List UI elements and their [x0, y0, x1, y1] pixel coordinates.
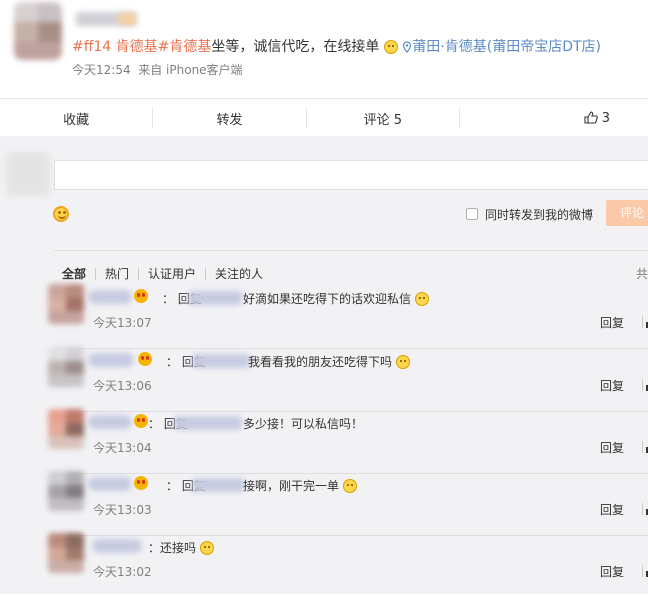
action-divider [642, 441, 643, 453]
comment-text: 接啊，刚干完一单 [243, 477, 357, 494]
comment-item: ： 回复 多少接！可以私信吗！ 今天13:04 回复 [48, 409, 648, 474]
comment-item: ： 回复 接啊，刚干完一单 今天13:03 回复 [48, 471, 648, 536]
my-avatar [6, 152, 50, 196]
location-label: 莆田·肯德基(莆田帝宝店DT店) [412, 39, 601, 55]
tab-all[interactable]: 全部 [62, 265, 86, 282]
comment-item: ：还接吗 今天13:02 回复 [48, 533, 648, 597]
reply-button[interactable]: 回复 [600, 563, 624, 580]
comment-text-label: 还接吗 [160, 541, 197, 555]
repost-checkbox-label[interactable]: 同时转发到我的微博 [485, 206, 593, 223]
post-topic-link-2[interactable]: 肯德基 [169, 39, 211, 55]
repost-button[interactable]: 转发 [153, 109, 305, 128]
action-divider [642, 379, 643, 391]
reply-button[interactable]: 回复 [600, 501, 624, 518]
post-time[interactable]: 今天12:54 [72, 63, 131, 77]
reply-button[interactable]: 回复 [600, 439, 624, 456]
comment-button[interactable]: 评论 5 [307, 109, 459, 128]
like-button[interactable]: 3 [460, 111, 648, 126]
tab-verified[interactable]: 认证用户 [148, 265, 196, 282]
repost-checkbox[interactable] [466, 208, 478, 220]
submit-comment-button[interactable]: 评论 [606, 200, 648, 226]
post-source: 来自 iPhone客户端 [138, 63, 243, 77]
emoji-icon [395, 355, 410, 369]
comment-text-label: 好滴如果还吃得下的话欢迎私信 [243, 292, 412, 306]
tab-divider [95, 267, 97, 280]
comment-time: 今天13:04 [93, 441, 152, 455]
comment-filter-tabs: 全部 热门 认证用户 关注的人 [62, 265, 263, 282]
post-meta: 今天12:54 来自 iPhone客户端 [72, 61, 243, 78]
commenter-name[interactable] [88, 353, 134, 367]
post-action-bar: 收藏 转发 评论 5 3 [0, 98, 648, 137]
reply-target-name[interactable] [192, 478, 244, 492]
reply-button[interactable]: 回复 [600, 314, 624, 331]
emoji-icon [414, 292, 429, 306]
comment-text: 我看看我的朋友还吃得下吗 [248, 353, 410, 370]
comment-item: ： 回复 我看看我的朋友还吃得下吗 今天13:06 回复 [48, 347, 648, 412]
commenter-avatar[interactable] [48, 409, 84, 449]
doge-emoji-icon [199, 541, 214, 555]
favorite-button[interactable]: 收藏 [0, 109, 152, 128]
commenter-avatar[interactable] [48, 284, 84, 324]
like-count: 3 [601, 110, 610, 126]
comment-text: 多少接！可以私信吗！ [243, 417, 364, 431]
tab-hot[interactable]: 热门 [105, 265, 129, 282]
tab-divider [138, 267, 140, 280]
post-body: 坐等，诚信代吃，在线接单 [211, 39, 380, 55]
reply-button[interactable]: 回复 [600, 377, 624, 394]
reply-target-name[interactable] [188, 291, 242, 305]
commenter-avatar[interactable] [48, 471, 84, 511]
commenter-name[interactable] [88, 477, 132, 491]
tab-following[interactable]: 关注的人 [215, 265, 263, 282]
author-badge [118, 13, 136, 25]
emoji-picker-icon[interactable] [53, 206, 69, 222]
comment-time: 今天13:02 [93, 565, 152, 579]
comment-input[interactable] [54, 160, 648, 190]
doge-emoji-icon [342, 479, 357, 493]
doge-emoji-icon [383, 40, 398, 54]
comment-text-label: 我看看我的朋友还吃得下吗 [248, 355, 393, 369]
action-divider [642, 565, 643, 577]
action-divider [642, 316, 643, 328]
location-pin-icon [403, 41, 412, 53]
commenter-name[interactable] [88, 415, 132, 429]
commenter-name[interactable] [88, 290, 132, 304]
post-topic-link[interactable]: #ff14 肯德基# [72, 39, 169, 55]
vip-badge-icon [134, 476, 148, 490]
comment-text: 好滴如果还吃得下的话欢迎私信 [243, 290, 429, 307]
vip-badge-icon [138, 352, 152, 366]
comment-text-label: 接啊，刚干完一单 [243, 479, 340, 493]
comment-time: 今天13:03 [93, 503, 152, 517]
commenter-avatar[interactable] [48, 533, 84, 573]
action-divider [642, 503, 643, 515]
comment-text: ：还接吗 [148, 539, 214, 556]
composer-divider [54, 250, 648, 251]
reply-target-name[interactable] [192, 354, 250, 368]
thumbs-up-icon [584, 110, 598, 124]
comment-time: 今天13:07 [93, 316, 152, 330]
comment-total: 共 [636, 267, 648, 281]
comment-time: 今天13:06 [93, 379, 152, 393]
author-avatar[interactable] [14, 2, 62, 60]
commenter-name[interactable] [92, 539, 142, 553]
comment-item: ： 回复 好滴如果还吃得下的话欢迎私信 今天13:07 回复 [48, 284, 648, 349]
vip-badge-icon [134, 289, 148, 303]
location-link[interactable]: 莆田·肯德基(莆田帝宝店DT店) [402, 39, 601, 55]
vip-badge-icon [134, 414, 148, 428]
reply-target-name[interactable] [174, 416, 242, 430]
commenter-avatar[interactable] [48, 347, 84, 387]
post-text: #ff14 肯德基#肯德基坐等，诚信代吃，在线接单 莆田·肯德基(莆田帝宝店DT… [72, 36, 601, 56]
tab-divider [205, 267, 207, 280]
